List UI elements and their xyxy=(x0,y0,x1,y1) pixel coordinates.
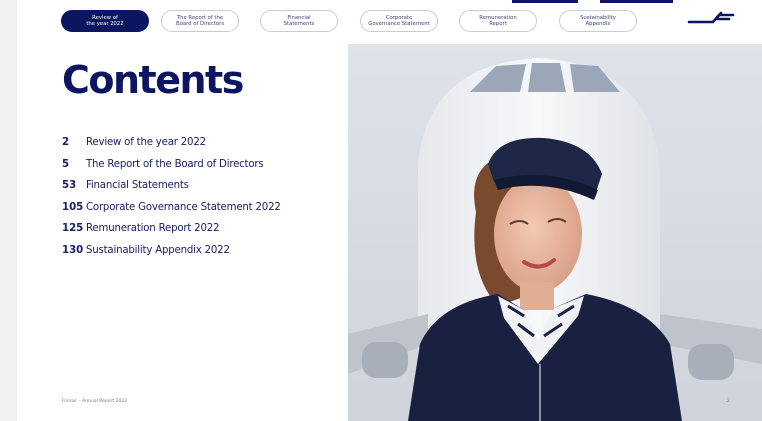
tab-label: Remuneration Report xyxy=(479,14,517,27)
flight-attendant-photo xyxy=(348,44,762,421)
toc-item[interactable]: 2 Review of the year 2022 xyxy=(62,132,281,154)
toc-page-number: 130 xyxy=(62,244,84,256)
tab-label: The Report of the Board of Directors xyxy=(175,14,225,27)
tab-label: Financial Statements xyxy=(283,14,315,27)
toc-item[interactable]: 105 Corporate Governance Statement 2022 xyxy=(62,197,281,219)
tab-label: Sustainability Appendix xyxy=(580,14,616,27)
tab-corporate-governance[interactable]: Corporate Governance Statement xyxy=(360,10,438,32)
toc-page-number: 2 xyxy=(62,137,70,149)
page-number: 2 xyxy=(727,399,730,404)
tab-label: Review of the year 2022 xyxy=(86,14,124,27)
footer-document-title: Finnair – Annual Report 2022 xyxy=(62,399,128,404)
finnair-logo-icon[interactable] xyxy=(687,10,737,26)
toc-item[interactable]: 130 Sustainability Appendix 2022 xyxy=(62,240,281,262)
toc-page-number: 125 xyxy=(62,223,84,235)
toc-item[interactable]: 125 Remuneration Report 2022 xyxy=(62,218,281,240)
tab-financial-statements[interactable]: Financial Statements xyxy=(260,10,338,32)
annual-report-page: Review of the year 2022 The Report of th… xyxy=(17,0,762,421)
toc-page-number: 53 xyxy=(62,180,77,192)
toc-item-label: The Report of the Board of Directors xyxy=(86,158,264,170)
toc-item-label: Remuneration Report 2022 xyxy=(86,223,220,235)
toc-page-number: 105 xyxy=(62,201,84,213)
page-title: Contents xyxy=(62,58,244,102)
tab-label: Corporate Governance Statement xyxy=(368,14,430,27)
toc-page-number: 5 xyxy=(62,158,70,170)
table-of-contents: 2 Review of the year 2022 5 The Report of … xyxy=(62,132,281,261)
top-accent-bar xyxy=(512,0,578,3)
top-accent-bar xyxy=(600,0,673,3)
toc-item[interactable]: 5 The Report of the Board of Directors xyxy=(62,154,281,176)
toc-item-label: Review of the year 2022 xyxy=(86,137,206,149)
toc-item-label: Corporate Governance Statement 2022 xyxy=(86,201,281,213)
toc-item-label: Sustainability Appendix 2022 xyxy=(86,244,230,256)
toc-item-label: Financial Statements xyxy=(86,180,189,192)
toc-item[interactable]: 53 Financial Statements xyxy=(62,175,281,197)
tab-review-of-the-year[interactable]: Review of the year 2022 xyxy=(61,10,149,32)
tab-remuneration-report[interactable]: Remuneration Report xyxy=(459,10,537,32)
tab-sustainability-appendix[interactable]: Sustainability Appendix xyxy=(559,10,637,32)
tab-board-of-directors-report[interactable]: The Report of the Board of Directors xyxy=(161,10,239,32)
